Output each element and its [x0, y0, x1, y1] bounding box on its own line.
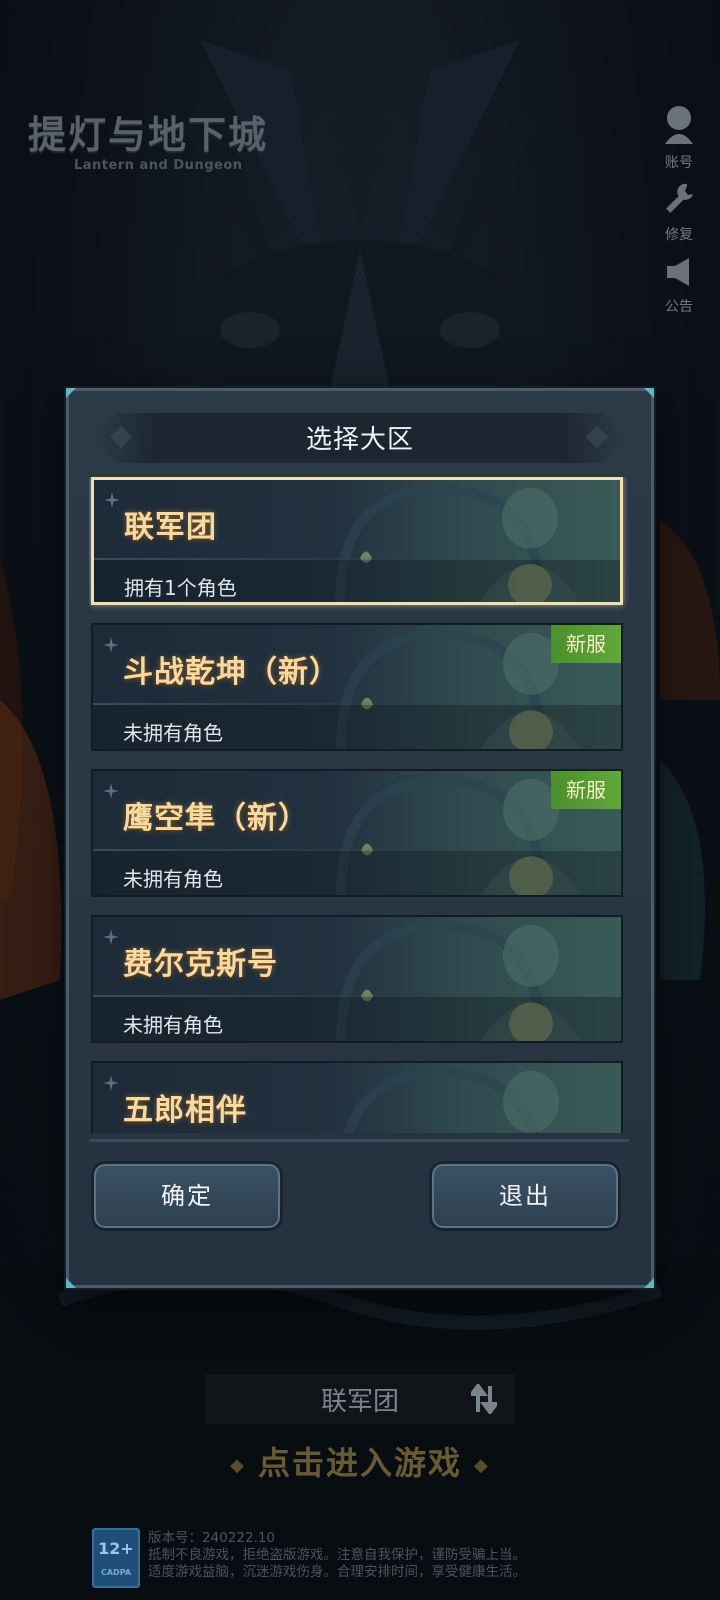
server-role-status: 拥有1个角色 — [124, 576, 237, 600]
server-role-status: 未拥有角色 — [123, 867, 223, 891]
current-server-selector[interactable]: 联军团 — [205, 1374, 515, 1424]
repair-button[interactable]: 修复 — [656, 180, 702, 244]
age-rating-badge: 12+ CADPA — [92, 1528, 140, 1588]
sparkle-icon — [103, 929, 119, 949]
new-server-badge: 新服 — [551, 625, 621, 663]
server-item-douzhanqiankun[interactable]: 斗战乾坤（新） 未拥有角色 新服 — [91, 623, 623, 751]
diamond-right-icon: ◆ — [474, 1454, 490, 1476]
server-name: 鹰空隼（新） — [123, 801, 309, 836]
wrench-icon — [656, 180, 702, 220]
exit-button[interactable]: 退出 — [429, 1161, 621, 1231]
corner-ornament — [644, 388, 654, 398]
sparkle-icon — [103, 783, 119, 803]
server-role-status: 未拥有角色 — [123, 1013, 223, 1037]
server-select-dialog: 选择大区 联军团 拥有1个角色 斗战乾坤（新） 未拥有角色 新服 鹰空隼（新） … — [66, 388, 654, 1288]
confirm-button[interactable]: 确定 — [91, 1161, 283, 1231]
server-item-lianjuntuan[interactable]: 联军团 拥有1个角色 — [91, 477, 623, 605]
server-role-status: 未拥有角色 — [123, 721, 223, 745]
announcement-button[interactable]: 公告 — [656, 256, 702, 316]
age-rating-value: 12+ — [98, 1539, 134, 1558]
corner-ornament — [66, 1278, 76, 1288]
account-button[interactable]: 账号 — [656, 104, 702, 172]
notice-line-1: 抵制不良游戏，拒绝盗版游戏。注意自我保护，谨防受骗上当。 — [148, 1547, 526, 1563]
server-name: 联军团 — [124, 510, 217, 545]
age-rating-sub: CADPA — [100, 1568, 132, 1577]
sparkle-icon — [103, 637, 119, 657]
sparkle-icon — [104, 492, 120, 512]
game-logo-title: 提灯与地下城 — [28, 112, 269, 157]
server-list[interactable]: 联军团 拥有1个角色 斗战乾坤（新） 未拥有角色 新服 鹰空隼（新） 未拥有角色… — [89, 477, 629, 1133]
current-server-name: 联军团 — [320, 1386, 399, 1417]
server-item-feierkesihao[interactable]: 费尔克斯号 未拥有角色 — [91, 915, 623, 1043]
server-name: 五郎相伴 — [123, 1093, 247, 1128]
enter-game-label: 点击进入游戏 — [257, 1444, 462, 1482]
server-name: 斗战乾坤（新） — [123, 655, 340, 690]
card-divider — [93, 703, 423, 705]
enter-game-button[interactable]: ◆ 点击进入游戏 ◆ — [0, 1438, 720, 1484]
account-icon — [656, 104, 702, 148]
server-name: 费尔克斯号 — [123, 947, 278, 982]
version-text: 版本号：240222.10 — [148, 1530, 276, 1546]
swap-arrows-icon — [468, 1382, 500, 1421]
new-server-badge: 新服 — [551, 771, 621, 809]
server-card-art — [343, 1067, 559, 1133]
card-divider — [93, 849, 423, 851]
corner-ornament — [644, 1278, 654, 1288]
repair-label: 修复 — [665, 227, 693, 243]
list-separator — [89, 1139, 629, 1142]
dialog-title: 选择大区 — [305, 425, 414, 455]
footer-notice: 版本号：240222.10 抵制不良游戏，拒绝盗版游戏。注意自我保护，谨防受骗上… — [148, 1530, 526, 1581]
sparkle-icon — [103, 1075, 119, 1095]
account-label: 账号 — [665, 155, 693, 171]
server-item-wulangxiangban[interactable]: 五郎相伴 — [91, 1061, 623, 1133]
diamond-left-icon: ◆ — [230, 1454, 246, 1476]
card-divider — [93, 995, 423, 997]
server-item-yingkongsun[interactable]: 鹰空隼（新） 未拥有角色 新服 — [91, 769, 623, 897]
corner-ornament — [66, 388, 76, 398]
game-logo-subtitle: Lantern and Dungeon — [74, 158, 243, 173]
megaphone-icon — [656, 256, 702, 292]
announcement-label: 公告 — [665, 299, 693, 315]
notice-line-2: 适度游戏益脑，沉迷游戏伤身。合理安排时间，享受健康生活。 — [148, 1564, 526, 1580]
card-divider — [94, 558, 424, 560]
